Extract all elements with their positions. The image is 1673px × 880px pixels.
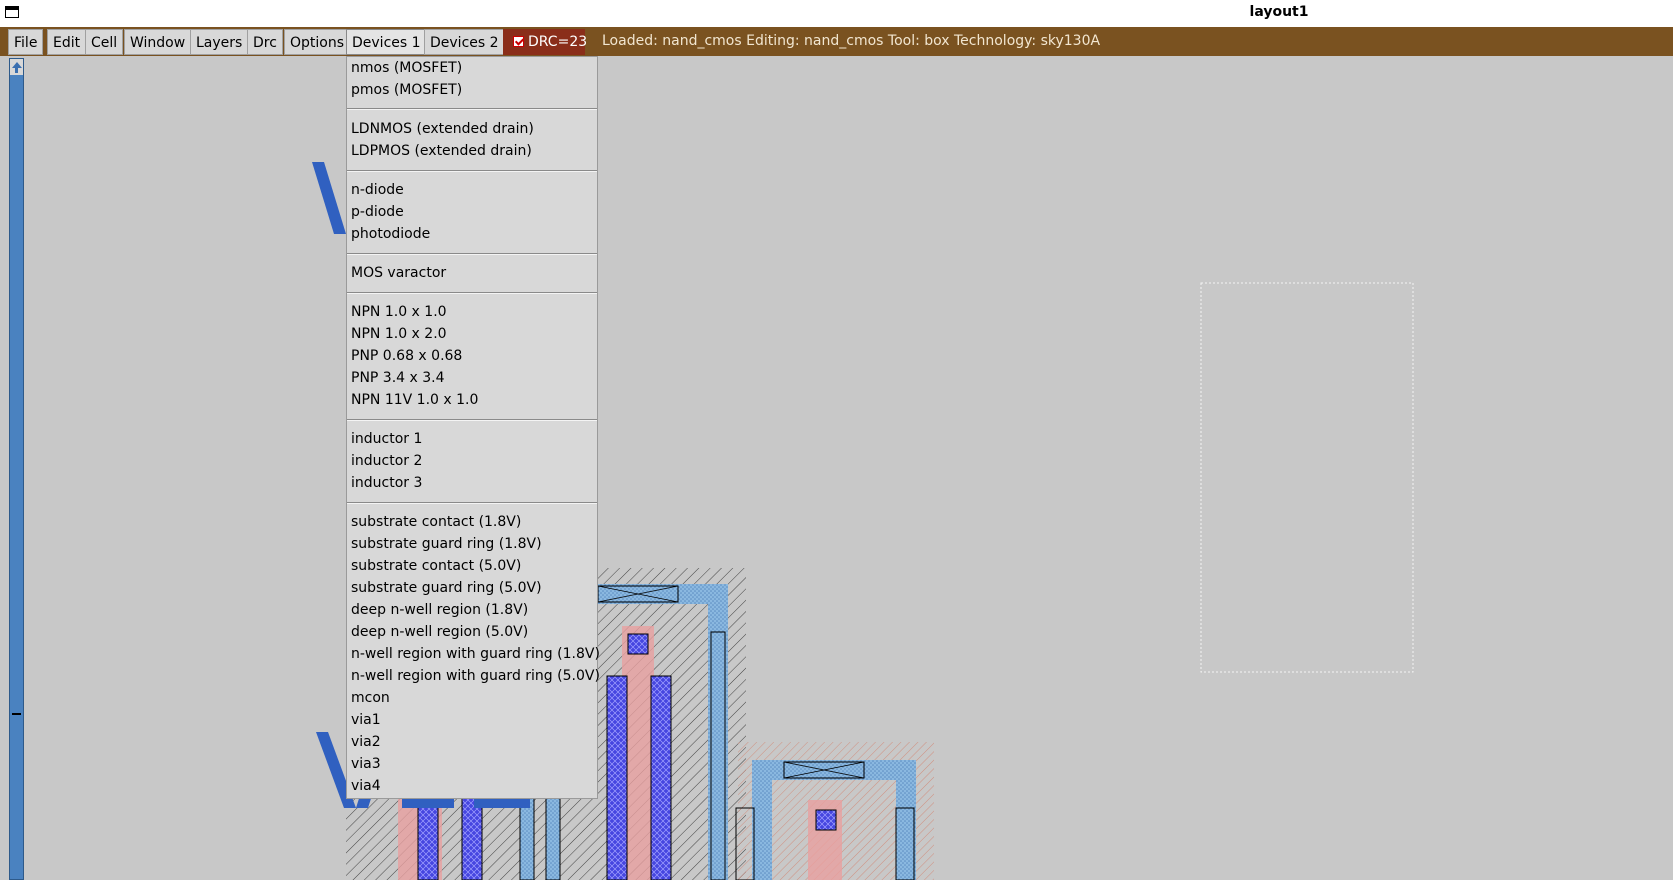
menu-separator — [347, 170, 597, 172]
menu-item-n-diode[interactable]: n-diode — [351, 180, 404, 200]
menu-item-via3[interactable]: via3 — [351, 754, 381, 774]
menu-item-inductor-3[interactable]: inductor 3 — [351, 473, 422, 493]
menu-item-npn-1x2[interactable]: NPN 1.0 x 2.0 — [351, 324, 447, 344]
status-text: Loaded: nand_cmos Editing: nand_cmos Too… — [602, 33, 1101, 49]
drc-toggle[interactable]: DRC=23 — [503, 29, 588, 55]
layout-canvas[interactable] — [0, 56, 1673, 880]
window-title: layout1 — [1249, 4, 1309, 20]
menu-bar: File Edit Cell Window Layers Drc Options… — [0, 27, 1673, 56]
devices-1-dropdown-menu: nmos (MOSFET) pmos (MOSFET) LDNMOS (exte… — [346, 56, 600, 799]
menu-separator — [347, 253, 597, 255]
cell-outline-box[interactable] — [1200, 282, 1414, 673]
menu-cell[interactable]: Cell — [85, 29, 124, 55]
menu-item-mcon[interactable]: mcon — [351, 688, 390, 708]
menu-item-pnp-068[interactable]: PNP 0.68 x 0.68 — [351, 346, 462, 366]
menu-item-ldpmos[interactable]: LDPMOS (extended drain) — [351, 141, 532, 161]
menu-item-mos-varactor[interactable]: MOS varactor — [351, 263, 446, 283]
menu-item-npn-11v[interactable]: NPN 11V 1.0 x 1.0 — [351, 390, 478, 410]
drc-count-label: DRC=23 — [528, 34, 588, 50]
menu-item-via2[interactable]: via2 — [351, 732, 381, 752]
menu-separator — [347, 108, 597, 110]
menu-item-npn-1x1[interactable]: NPN 1.0 x 1.0 — [351, 302, 447, 322]
menu-item-deep-nwell-18[interactable]: deep n-well region (1.8V) — [351, 600, 528, 620]
menu-item-nwell-guard-ring-18[interactable]: n-well region with guard ring (1.8V) — [351, 644, 600, 664]
menu-options[interactable]: Options — [284, 29, 351, 55]
second-device-region — [735, 742, 934, 880]
menu-item-substrate-contact-18[interactable]: substrate contact (1.8V) — [351, 512, 521, 532]
menu-edit[interactable]: Edit — [47, 29, 87, 55]
menu-file[interactable]: File — [8, 29, 44, 55]
menu-item-nwell-guard-ring-50[interactable]: n-well region with guard ring (5.0V) — [351, 666, 600, 686]
menu-separator — [347, 502, 597, 504]
menu-devices-1[interactable]: Devices 1 — [346, 29, 427, 55]
menu-item-inductor-1[interactable]: inductor 1 — [351, 429, 422, 449]
menu-drc[interactable]: Drc — [247, 29, 283, 55]
menu-item-via1[interactable]: via1 — [351, 710, 381, 730]
menu-item-substrate-guard-ring-50[interactable]: substrate guard ring (5.0V) — [351, 578, 542, 598]
title-bar: layout1 — [0, 0, 1673, 28]
menu-item-deep-nwell-50[interactable]: deep n-well region (5.0V) — [351, 622, 528, 642]
menu-item-via4[interactable]: via4 — [351, 776, 381, 796]
menu-item-substrate-guard-ring-18[interactable]: substrate guard ring (1.8V) — [351, 534, 542, 554]
menu-item-inductor-2[interactable]: inductor 2 — [351, 451, 422, 471]
menu-item-nmos[interactable]: nmos (MOSFET) — [351, 58, 462, 78]
menu-item-substrate-contact-50[interactable]: substrate contact (5.0V) — [351, 556, 521, 576]
menu-item-ldnmos[interactable]: LDNMOS (extended drain) — [351, 119, 534, 139]
menu-layers[interactable]: Layers — [190, 29, 249, 55]
menu-window[interactable]: Window — [124, 29, 192, 55]
menu-item-photodiode[interactable]: photodiode — [351, 224, 430, 244]
menu-item-p-diode[interactable]: p-diode — [351, 202, 404, 222]
menu-separator — [347, 419, 597, 421]
menu-item-pmos[interactable]: pmos (MOSFET) — [351, 80, 462, 100]
menu-separator — [347, 292, 597, 294]
checkbox-icon[interactable] — [513, 36, 524, 47]
menu-devices-2[interactable]: Devices 2 — [424, 29, 505, 55]
layout-label-fragment-top — [312, 162, 346, 234]
menu-item-pnp-34[interactable]: PNP 3.4 x 3.4 — [351, 368, 445, 388]
